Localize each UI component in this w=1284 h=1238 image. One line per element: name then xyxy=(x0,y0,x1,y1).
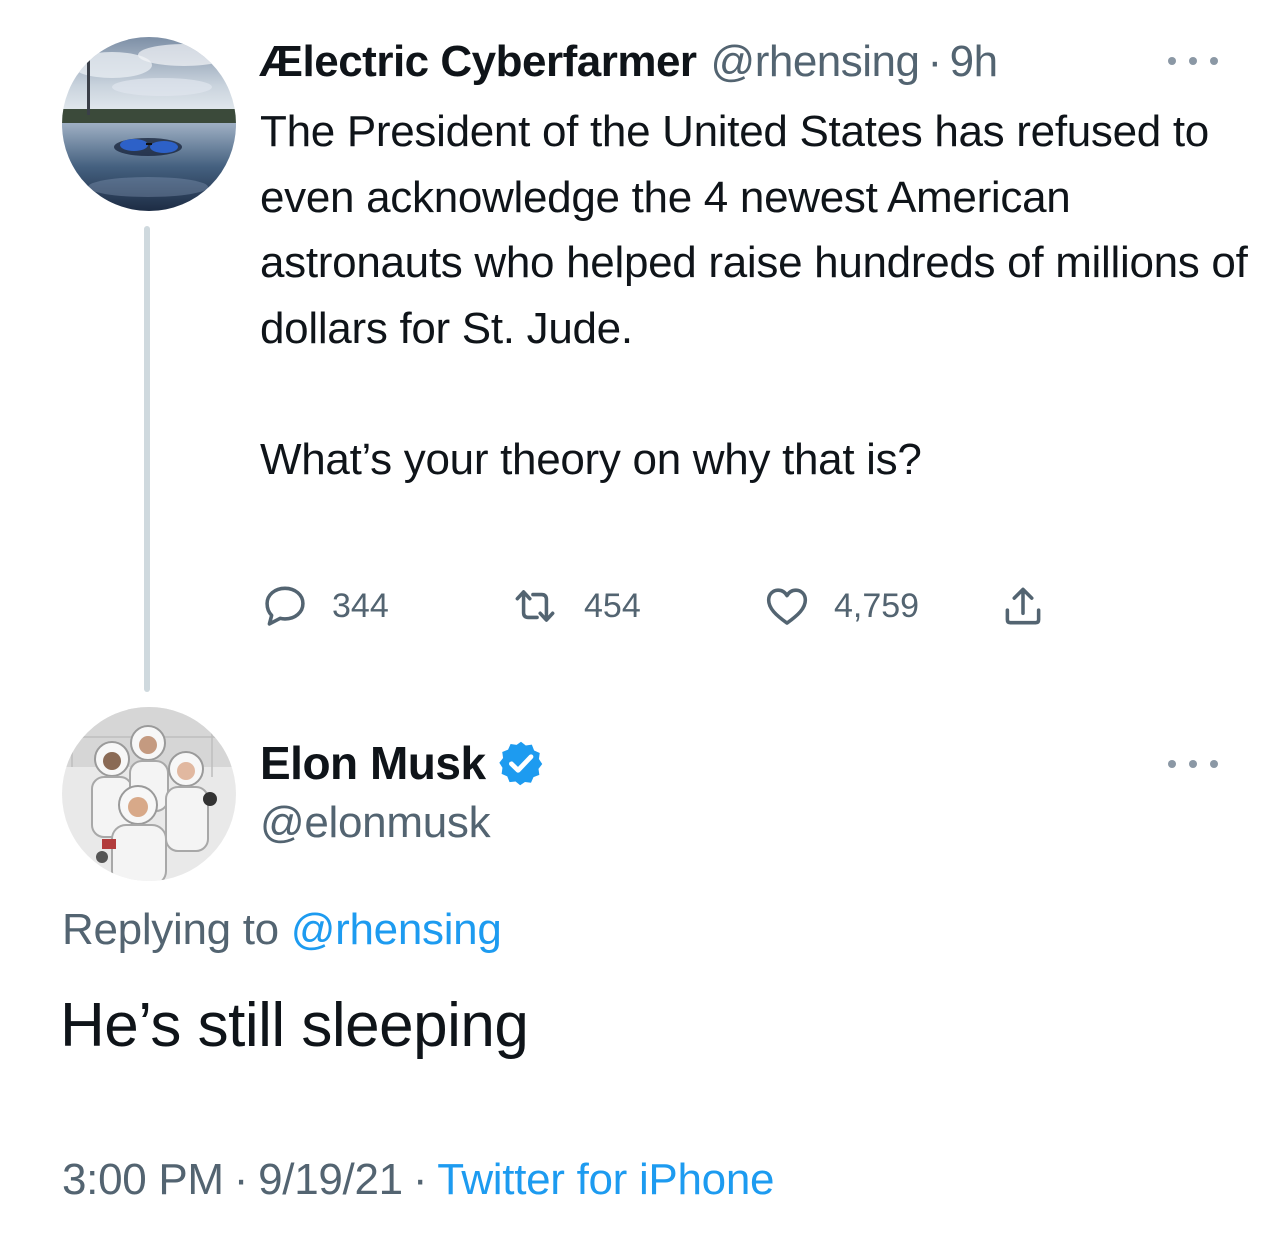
retweet-count: 454 xyxy=(584,586,641,625)
reply-author-name-row: Elon Musk xyxy=(260,733,546,793)
reply-tweet-text: He’s still sleeping xyxy=(60,991,529,1060)
tweet-text-paragraph-1: The President of the United States has r… xyxy=(260,107,1248,353)
tweet-header: Ælectric Cyberfarmer @rhensing · 9h xyxy=(259,32,998,92)
reply-author-display-name[interactable]: Elon Musk xyxy=(260,736,486,790)
author-display-name[interactable]: Ælectric Cyberfarmer xyxy=(259,37,697,87)
author-avatar-rhensing[interactable] xyxy=(62,37,236,211)
author-avatar-elonmusk[interactable] xyxy=(62,707,236,881)
like-button[interactable]: 4,759 xyxy=(762,576,919,636)
retweet-button[interactable]: 454 xyxy=(508,576,641,636)
avatar-astronauts-photo xyxy=(62,707,236,881)
header-separator: · xyxy=(927,37,943,86)
replying-to-mention[interactable]: @rhensing xyxy=(291,905,502,954)
share-upload-icon xyxy=(1005,587,1041,625)
verified-badge-icon xyxy=(498,741,542,786)
like-count: 4,759 xyxy=(834,586,920,625)
retweet-icon xyxy=(515,590,555,622)
author-handle[interactable]: @rhensing xyxy=(711,37,920,87)
tweet-source-link[interactable]: Twitter for iPhone xyxy=(437,1155,774,1204)
reply-count: 344 xyxy=(332,586,389,625)
meta-separator-2: · xyxy=(412,1155,428,1204)
tweet-date[interactable]: 9/19/21 xyxy=(258,1155,403,1204)
share-button[interactable] xyxy=(998,576,1048,636)
tweet-time-ago[interactable]: 9h xyxy=(950,37,998,87)
avatar-landscape-photo xyxy=(62,37,236,211)
replying-to-line: Replying to @rhensing xyxy=(62,905,502,955)
meta-separator-1: · xyxy=(233,1155,249,1204)
reply-bubble-icon xyxy=(265,586,305,626)
tweet-timestamp-line: 3:00 PM · 9/19/21 · Twitter for iPhone xyxy=(62,1155,774,1205)
thread-connector-line xyxy=(144,226,150,692)
tweet-time[interactable]: 3:00 PM xyxy=(62,1155,224,1204)
heart-icon xyxy=(766,588,808,625)
replying-to-prefix: Replying to xyxy=(62,905,279,954)
more-dots-icon[interactable] xyxy=(1168,49,1218,73)
more-dots-icon[interactable] xyxy=(1168,752,1218,776)
reply-author-handle[interactable]: @elonmusk xyxy=(260,798,491,848)
tweet-action-bar: 344 454 4,759 xyxy=(260,576,1080,636)
tweet-text-paragraph-2: What’s your theory on why that is? xyxy=(260,434,922,484)
reply-button[interactable]: 344 xyxy=(260,576,389,636)
tweet-text: The President of the United States has r… xyxy=(260,99,1250,492)
